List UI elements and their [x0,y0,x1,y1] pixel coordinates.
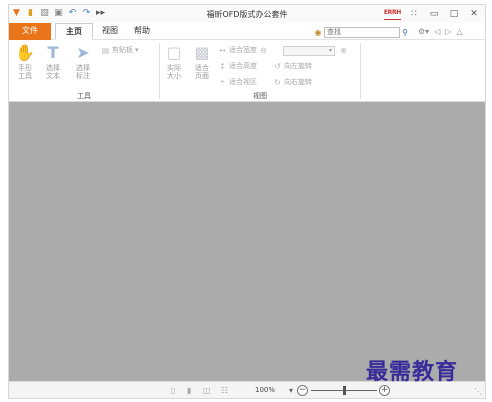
fit-width-button[interactable]: ↔ 适合宽度 ⊖ [218,45,268,55]
fit-visible-button[interactable]: ⌖ 适合视区 [218,77,257,87]
settings-gear-icon[interactable]: ⚙▾ [418,26,429,37]
resize-grip-icon[interactable]: ⋱ [474,387,482,396]
rotate-right-button[interactable]: ↻ 向右旋转 [273,77,312,87]
layout-grid-icon[interactable]: ∷ [407,8,421,20]
right-tools: ⚙▾ ◁ ▷ △ [418,26,463,37]
fit-height-button[interactable]: ↕ 适合高度 [218,61,257,71]
minimize-icon[interactable]: ▭ [427,8,441,20]
search-icon[interactable]: ⚲ [400,27,410,38]
watermark: 最需教育 [366,359,459,385]
ribbon: ✋ 手形 工具 T 选择 文本 ➤ 选择 标注 ▤ 剪贴板 ▾ 工具 ▢ 实际 … [9,40,485,102]
select-annotation-icon: ➤ [76,43,90,62]
actual-size-icon: ▢ [166,43,182,62]
zoom-plus-icon[interactable]: + [379,385,390,396]
ribbon-divider [360,43,361,99]
collapse-ribbon-icon[interactable]: △ [457,26,463,37]
ribbon-group-tools: ✋ 手形 工具 T 选择 文本 ➤ 选择 标注 ▤ 剪贴板 ▾ 工具 [9,40,159,102]
select-annotation-button[interactable]: ➤ 选择 标注 [71,42,95,80]
tab-view[interactable]: 视图 [95,23,125,40]
badge-icon[interactable]: ERRH [383,7,401,20]
tab-file[interactable]: 文件 [9,23,51,40]
window-controls: ERRH ∷ ▭ □ ✕ [383,7,481,20]
hand-tool-button[interactable]: ✋ 手形 工具 [13,42,37,80]
zoom-thumb[interactable] [343,386,346,395]
fit-page-button[interactable]: ▩ 适合 页面 [190,42,214,80]
search-input[interactable] [324,26,400,38]
rotate-left-icon: ↺ [274,61,281,71]
fit-visible-icon: ⌖ [220,77,225,86]
maximize-icon[interactable]: □ [447,8,461,20]
facing-page-icon[interactable]: ◫ [203,386,211,395]
document-area[interactable] [9,102,485,382]
fit-height-icon: ↕ [219,61,226,71]
zoom-select[interactable]: ▾ [283,46,335,56]
title-bar: ▼ ▮ ▧ ▣ ↶ ↷ ▸▸ 福昕OFD版式办公套件 ERRH ∷ ▭ □ ✕ [9,5,485,23]
single-page-icon[interactable]: ▯ [171,386,175,395]
group-label-tools: 工具 [77,92,91,100]
rotate-left-button[interactable]: ↺ 向左旋转 [273,61,312,71]
nav-forward-icon[interactable]: ▷ [445,26,451,37]
continuous-page-icon[interactable]: ▮ [187,386,191,395]
search-box: ◉ ⚲ [312,26,412,38]
zoom-in-icon: ⊕ [340,45,347,55]
find-icon: ◉ [314,27,322,37]
chevron-down-icon: ▾ [135,46,139,54]
close-icon[interactable]: ✕ [467,8,481,20]
rotate-right-icon: ↻ [274,77,281,87]
hand-icon: ✋ [15,43,35,62]
fit-width-icon: ↔ [219,45,226,55]
tab-home[interactable]: 主页 [55,23,93,40]
zoom-level: 100% [255,386,276,394]
fit-page-icon: ▩ [194,43,210,62]
actual-size-button[interactable]: ▢ 实际 大小 [162,42,186,80]
zoom-slider[interactable]: − + [295,385,391,397]
group-label-view: 视图 [253,92,267,100]
select-text-button[interactable]: T 选择 文本 [41,42,65,80]
zoom-dropdown-icon[interactable]: ▾ [289,386,293,395]
clipboard-button[interactable]: ▤ 剪贴板 ▾ [101,45,139,55]
zoom-in-button[interactable]: ⊕ [339,45,348,55]
app-window: ▼ ▮ ▧ ▣ ↶ ↷ ▸▸ 福昕OFD版式办公套件 ERRH ∷ ▭ □ ✕ … [8,4,486,399]
clipboard-icon: ▤ [101,45,110,55]
tab-help[interactable]: 帮助 [127,23,157,40]
menu-tabs-bar: 文件 主页 视图 帮助 ◉ ⚲ ⚙▾ ◁ ▷ △ [9,23,485,40]
zoom-out-icon[interactable]: ⊖ [259,46,268,55]
continuous-facing-icon[interactable]: ☷ [221,386,228,395]
nav-back-icon[interactable]: ◁ [434,26,440,37]
select-text-icon: T [47,43,59,62]
zoom-minus-icon[interactable]: − [297,385,308,396]
